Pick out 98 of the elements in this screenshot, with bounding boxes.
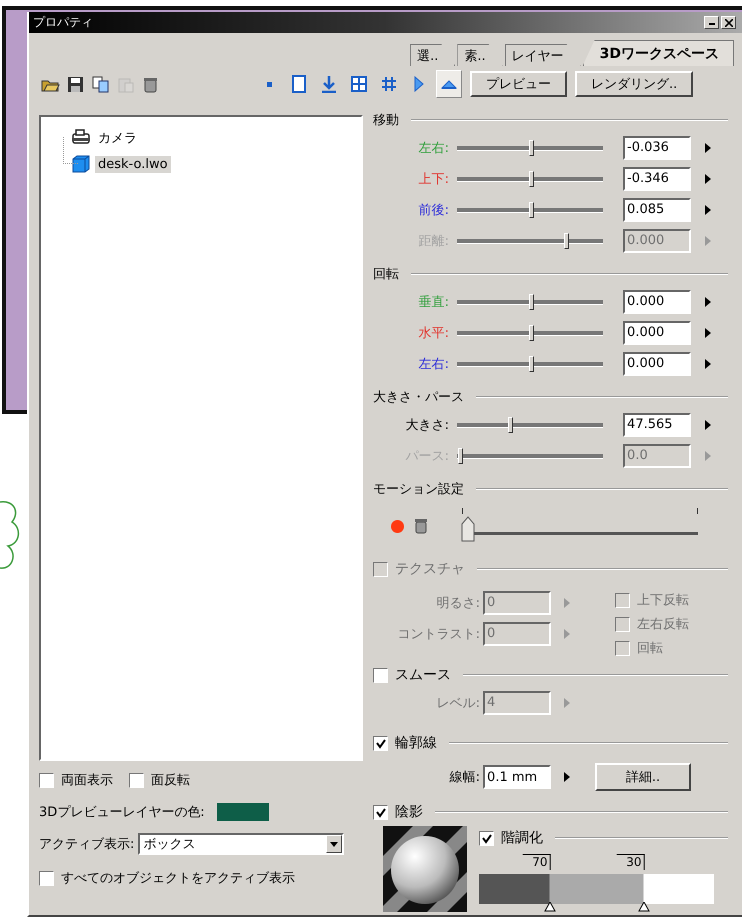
tab[interactable]: 素.. — [457, 44, 503, 66]
value-field[interactable]: 0.000 — [623, 290, 692, 314]
checkbox-label: 上下反転 — [637, 592, 690, 609]
checkbox[interactable] — [373, 668, 388, 682]
slider-label: 水平: — [418, 324, 450, 342]
field-label: 明るさ: — [436, 594, 482, 612]
checkbox-label: スムース — [395, 666, 452, 684]
stop-value: 30 — [616, 854, 645, 870]
section-title: 移動 — [373, 112, 400, 129]
window-title: プロパティ — [33, 14, 93, 31]
slider-thumb[interactable] — [528, 356, 534, 372]
slider-label: 上下: — [418, 170, 450, 188]
trash-can-icon[interactable] — [414, 518, 428, 534]
checkbox[interactable] — [373, 804, 388, 820]
stop-marker-icon[interactable] — [638, 902, 650, 912]
slider-label: 左右: — [418, 356, 450, 372]
timeline-slider[interactable] — [462, 508, 698, 544]
rectangle-icon — [290, 75, 308, 93]
section-title: モーション設定 — [373, 481, 464, 498]
tab[interactable]: レイヤー — [504, 44, 581, 66]
arrow-button[interactable] — [705, 204, 712, 214]
slider[interactable] — [457, 446, 604, 464]
close-button[interactable] — [721, 16, 736, 29]
arrow-button[interactable] — [705, 358, 712, 368]
toolbar-button[interactable]: プレビュー — [470, 71, 567, 97]
view-toggle-button[interactable] — [436, 70, 462, 98]
slider[interactable] — [457, 292, 604, 310]
slider-thumb[interactable] — [528, 170, 534, 186]
slider-thumb[interactable] — [528, 324, 534, 340]
timeline-thumb[interactable] — [461, 516, 476, 542]
field-label: 線幅: — [448, 769, 482, 786]
tab[interactable]: 選.. — [410, 44, 456, 66]
value-field[interactable]: 0.085 — [623, 198, 692, 222]
stop-marker-icon[interactable] — [544, 902, 556, 912]
checkbox-label: 面反転 — [151, 772, 190, 789]
slider-label: 垂直: — [418, 294, 450, 310]
slider-thumb[interactable] — [508, 416, 514, 432]
grid-icon — [380, 75, 398, 93]
down-arrow-icon — [320, 75, 338, 93]
checkbox[interactable] — [373, 736, 388, 750]
arrow-button[interactable] — [705, 296, 712, 306]
close-icon — [725, 19, 733, 27]
checkbox-label: テクスチャ — [395, 560, 466, 578]
stop-value: 70 — [522, 854, 551, 870]
arrow-button[interactable] — [705, 328, 712, 338]
checkbox-label: 輪郭線 — [395, 734, 438, 752]
checkbox-label: すべてのオブジェクトをアクティブ表示 — [61, 870, 295, 887]
color-swatch[interactable] — [216, 803, 269, 821]
field-label: アクティブ表示: — [39, 836, 134, 853]
value-field[interactable]: 0.1 mm — [483, 765, 552, 789]
checkbox-label: 回転 — [637, 640, 664, 657]
slider-thumb[interactable] — [528, 202, 534, 218]
copy-icon[interactable] — [91, 74, 110, 94]
value-field[interactable]: 0.000 — [623, 320, 692, 344]
slider-label: 左右: — [418, 140, 450, 156]
slider-label: 前後: — [418, 202, 450, 218]
slider[interactable] — [457, 416, 604, 434]
field-label: コントラスト: — [396, 626, 482, 642]
minimize-button[interactable] — [704, 16, 719, 29]
section-title: 大きさ・パース — [373, 389, 464, 406]
slider[interactable] — [457, 200, 604, 218]
grid-icon — [350, 75, 368, 93]
arrow-button[interactable] — [705, 142, 712, 152]
dropdown[interactable]: ボックス — [138, 833, 344, 855]
slider[interactable] — [457, 324, 604, 342]
checkbox-label: 陰影 — [395, 803, 424, 821]
value-field[interactable]: 0.000 — [623, 352, 692, 376]
slider[interactable] — [457, 138, 604, 156]
value-field[interactable]: 47.565 — [623, 412, 692, 436]
checkbox[interactable] — [479, 830, 494, 846]
checkbox[interactable] — [39, 870, 54, 886]
arrow-button[interactable] — [705, 420, 712, 430]
tree-item[interactable]: カメラ — [95, 128, 140, 148]
checkbox-label: 階調化 — [501, 829, 544, 847]
color-label: 3Dプレビューレイヤーの色: — [39, 804, 205, 821]
tab[interactable]: 3Dワークスペース — [582, 40, 734, 66]
field-label: レベル: — [436, 694, 482, 712]
slider[interactable] — [457, 232, 604, 250]
arrow-button[interactable] — [564, 772, 570, 782]
checkbox[interactable] — [129, 772, 144, 788]
details-button[interactable]: 詳細.. — [595, 763, 692, 791]
value-field[interactable]: -0.346 — [623, 166, 692, 190]
slider-thumb[interactable] — [528, 294, 534, 310]
section-title: 回転 — [373, 266, 400, 283]
tree-item[interactable]: desk-o.lwo — [95, 156, 171, 172]
slider-label: 大きさ: — [404, 416, 450, 434]
toolbar-button[interactable]: レンダリング.. — [575, 71, 694, 97]
dropdown-arrow-icon — [330, 842, 338, 846]
checkbox-label: 両面表示 — [61, 772, 113, 789]
arrow-button[interactable] — [705, 174, 712, 184]
cube-icon — [71, 154, 91, 174]
checkbox[interactable] — [39, 772, 54, 788]
dropdown-value: ボックス — [143, 836, 196, 853]
slider[interactable] — [457, 170, 604, 188]
slider-thumb[interactable] — [528, 140, 534, 156]
slider[interactable] — [457, 354, 604, 372]
value-field[interactable]: -0.036 — [623, 136, 692, 160]
checkbox-label: 左右反転 — [637, 616, 690, 633]
